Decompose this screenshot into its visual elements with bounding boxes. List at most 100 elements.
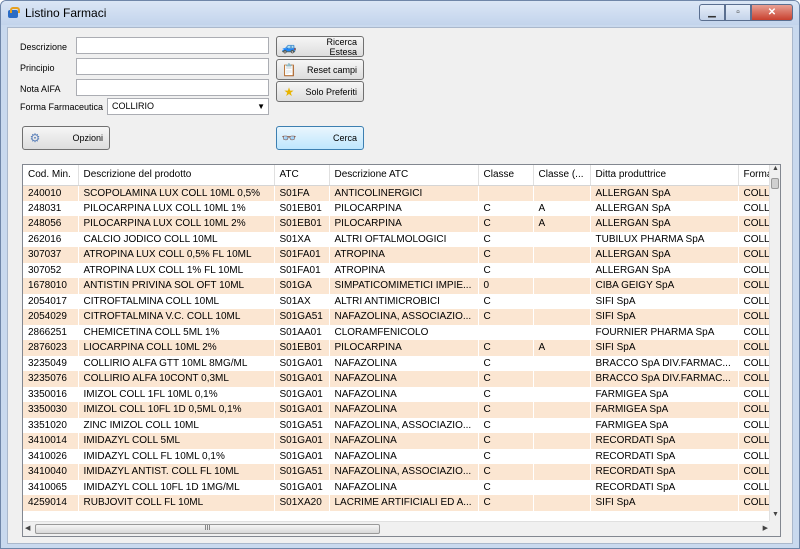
farmaci-grid[interactable]: Cod. Min. Descrizione del prodotto ATC Desc…	[22, 164, 781, 537]
table-cell: IMIZOL COLL 10FL 1D 0,5ML 0,1%	[78, 402, 274, 418]
table-cell: ATROPINA	[329, 247, 478, 263]
table-row[interactable]: 4259014 RUBJOVIT COLL FL 10ML S01XA20 LACRI…	[23, 495, 771, 511]
table-cell: NAFAZOLINA	[329, 355, 478, 371]
table-cell: C	[478, 262, 533, 278]
cerca-button[interactable]: 👓 Cerca	[276, 126, 364, 150]
column-header[interactable]: Classe (...	[533, 165, 591, 186]
column-header[interactable]: Descrizione ATC	[329, 165, 479, 186]
table-cell: ALLERGAN SpA	[590, 216, 738, 232]
table-cell: C	[478, 293, 533, 309]
vertical-scroll-thumb[interactable]	[771, 178, 779, 189]
table-cell: COLL	[738, 495, 771, 511]
scroll-right-icon[interactable]: ▶	[763, 524, 768, 532]
table-cell	[533, 262, 590, 278]
table-row[interactable]: 307037 ATROPINA LUX COLL 0,5% FL 10ML S01F…	[23, 247, 771, 263]
table-cell: NAFAZOLINA, ASSOCIAZIO...	[329, 417, 478, 433]
forma-label: Forma Farmaceutica	[20, 102, 104, 112]
minimize-button[interactable]: ▁	[699, 4, 725, 21]
table-row[interactable]: 248056 PILOCARPINA LUX COLL 10ML 2% S01EB0…	[23, 216, 771, 232]
close-button[interactable]: ✕	[751, 4, 793, 21]
table-row[interactable]: 3410065 IMIDAZYL COLL 10FL 1D 1MG/ML S01GA…	[23, 479, 771, 495]
horizontal-scroll-thumb[interactable]: III	[35, 524, 380, 534]
table-cell: SIFI SpA	[590, 340, 738, 356]
window-title: Listino Farmaci	[25, 6, 107, 20]
table-cell: SIFI SpA	[590, 495, 738, 511]
table-cell: 307052	[23, 262, 78, 278]
ricerca-estesa-label: Ricerca Estesa	[326, 36, 357, 57]
forma-select[interactable]: COLLIRIO ▼	[107, 98, 269, 115]
table-cell: 2866251	[23, 324, 78, 340]
table-cell: S01GA01	[274, 479, 329, 495]
table-cell: ZINC IMIZOL COLL 10ML	[78, 417, 274, 433]
solo-preferiti-button[interactable]: ★ Solo Preferiti	[276, 81, 364, 102]
descrizione-input[interactable]	[76, 37, 269, 54]
solo-preferiti-label: Solo Preferiti	[305, 86, 357, 97]
table-cell: IMIDAZYL COLL FL 10ML 0,1%	[78, 448, 274, 464]
column-header[interactable]: Forma	[738, 165, 772, 186]
table-cell: PILOCARPINA LUX COLL 10ML 2%	[78, 216, 274, 232]
table-row[interactable]: 3235076 COLLIRIO ALFA 10CONT 0,3ML S01GA01…	[23, 371, 771, 387]
principio-input[interactable]	[76, 58, 269, 75]
table-cell: ALLERGAN SpA	[590, 262, 738, 278]
ricerca-estesa-button[interactable]: 🚙 Ricerca Estesa	[276, 36, 364, 57]
table-row[interactable]: 307052 ATROPINA LUX COLL 1% FL 10ML S01FA0…	[23, 262, 771, 278]
table-cell: S01EB01	[274, 200, 329, 216]
nota-aifa-input[interactable]	[76, 79, 269, 96]
table-cell: S01GA51	[274, 464, 329, 480]
scroll-left-icon[interactable]: ◀	[25, 524, 30, 532]
table-row[interactable]: 1678010 ANTISTIN PRIVINA SOL OFT 10ML S01G…	[23, 278, 771, 294]
column-header[interactable]: Ditta produttrice	[590, 165, 739, 186]
table-row[interactable]: 2054017 CITROFTALMINA COLL 10ML S01AX ALTRI…	[23, 293, 771, 309]
table-row[interactable]: 3235049 COLLIRIO ALFA GTT 10ML 8MG/ML S01G…	[23, 355, 771, 371]
table-cell: C	[478, 479, 533, 495]
scroll-up-icon[interactable]: ▲	[770, 165, 780, 176]
table-cell: FARMIGEA SpA	[590, 386, 738, 402]
opzioni-label: Opzioni	[72, 133, 103, 143]
table-row[interactable]: 248031 PILOCARPINA LUX COLL 10ML 1% S01EB0…	[23, 200, 771, 216]
column-header[interactable]: Descrizione del prodotto	[78, 165, 275, 186]
table-cell	[533, 278, 590, 294]
table-row[interactable]: 3351020 ZINC IMIZOL COLL 10ML S01GA51 NAFAZ…	[23, 417, 771, 433]
table-row[interactable]: 2866251 CHEMICETINA COLL 5ML 1% S01AA01 CLO…	[23, 324, 771, 340]
table-cell: ATROPINA LUX COLL 0,5% FL 10ML	[78, 247, 274, 263]
table-cell: 3410014	[23, 433, 78, 449]
table-row[interactable]: 3410026 IMIDAZYL COLL FL 10ML 0,1% S01GA01…	[23, 448, 771, 464]
table-row[interactable]: 2876023 LIOCARPINA COLL 10ML 2% S01EB01 PIL…	[23, 340, 771, 356]
table-cell: 3350016	[23, 386, 78, 402]
column-header[interactable]: Classe	[478, 165, 534, 186]
table-cell: ANTISTIN PRIVINA SOL OFT 10ML	[78, 278, 274, 294]
reset-campi-button[interactable]: 📋 Reset campi	[276, 59, 364, 80]
title-bar: Listino Farmaci ▁ ▫ ✕	[1, 1, 799, 25]
table-cell: COLL	[738, 262, 771, 278]
table-cell: 0	[478, 278, 533, 294]
table-cell	[533, 355, 590, 371]
table-row[interactable]: 3350016 IMIZOL COLL 1FL 10ML 0,1% S01GA01 N…	[23, 386, 771, 402]
table-row[interactable]: 3410014 IMIDAZYL COLL 5ML S01GA01 NAFAZOLIN…	[23, 433, 771, 449]
table-cell: COLL	[738, 464, 771, 480]
maximize-button[interactable]: ▫	[725, 4, 751, 21]
table-row[interactable]: 2054029 CITROFTALMINA V.C. COLL 10ML S01GA…	[23, 309, 771, 325]
table-cell: COLL	[738, 216, 771, 232]
table-cell: COLL	[738, 433, 771, 449]
column-header[interactable]: ATC	[274, 165, 330, 186]
table-cell: A	[533, 200, 590, 216]
column-header[interactable]: Cod. Min.	[23, 165, 79, 186]
table-row[interactable]: 262016 CALCIO JODICO COLL 10ML S01XA ALTRI …	[23, 231, 771, 247]
table-row[interactable]: 3350030 IMIZOL COLL 10FL 1D 0,5ML 0,1% S01…	[23, 402, 771, 418]
table-cell: S01EB01	[274, 216, 329, 232]
table-row[interactable]: 3410040 IMIDAZYL ANTIST. COLL FL 10ML S01G…	[23, 464, 771, 480]
table-cell: NAFAZOLINA	[329, 371, 478, 387]
table-cell: 262016	[23, 231, 78, 247]
table-cell: RECORDATI SpA	[590, 464, 738, 480]
forma-select-value: COLLIRIO	[112, 101, 155, 111]
table-cell: ALTRI ANTIMICROBICI	[329, 293, 478, 309]
horizontal-scrollbar[interactable]: ◀ III ▶	[23, 521, 770, 536]
scroll-corner	[769, 521, 780, 536]
table-row[interactable]: 240010 SCOPOLAMINA LUX COLL 10ML 0,5% S01F…	[23, 185, 771, 201]
opzioni-button[interactable]: ⚙ Opzioni	[22, 126, 110, 150]
table-cell: FOURNIER PHARMA SpA	[590, 324, 738, 340]
table-cell: A	[533, 216, 590, 232]
table-cell: ALTRI OFTALMOLOGICI	[329, 231, 478, 247]
table-cell: C	[478, 417, 533, 433]
vertical-scrollbar[interactable]: ▲ ▼	[769, 165, 780, 522]
